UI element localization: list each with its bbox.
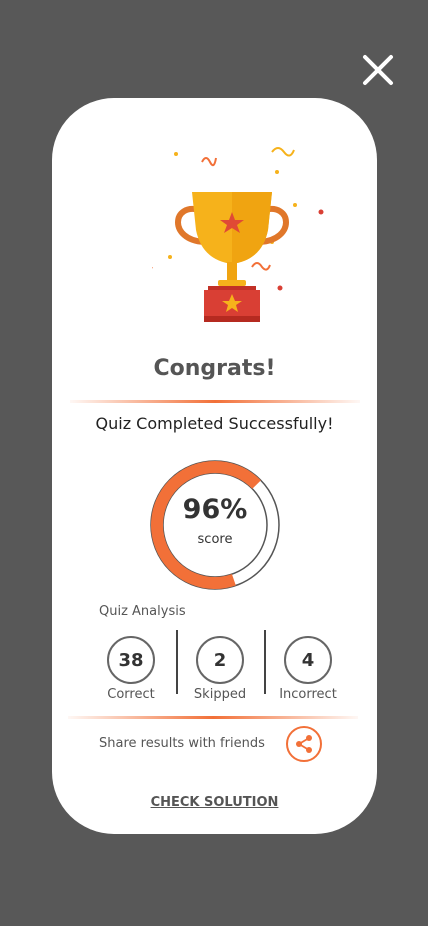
divider	[68, 716, 358, 719]
score-arc	[151, 461, 261, 589]
stat-incorrect: 4 Incorrect	[263, 636, 353, 702]
stat-correct-value: 38	[107, 636, 155, 684]
result-subtitle: Quiz Completed Successfully!	[95, 414, 334, 433]
quiz-analysis-heading: Quiz Analysis	[99, 604, 186, 619]
stat-incorrect-label: Incorrect	[279, 687, 337, 702]
score-percent: 96%	[182, 494, 248, 525]
divider	[70, 400, 360, 403]
share-icon	[296, 735, 312, 753]
score-label: score	[197, 532, 233, 547]
score-donut: 96% score	[140, 450, 290, 600]
stat-correct: 38 Correct	[86, 636, 176, 702]
check-solution-link[interactable]: CHECK SOLUTION	[52, 795, 377, 810]
stat-correct-label: Correct	[107, 687, 155, 702]
close-icon	[363, 55, 393, 85]
trophy-icon	[152, 147, 324, 322]
score-ring	[150, 460, 280, 590]
stat-skipped-label: Skipped	[193, 687, 247, 702]
result-card: Congrats! Quiz Completed Successfully! 9…	[52, 98, 377, 834]
congrats-title: Congrats!	[153, 356, 276, 381]
stat-incorrect-value: 4	[284, 636, 332, 684]
trophy-illustration	[152, 142, 382, 342]
share-label: Share results with friends	[99, 736, 265, 751]
stat-skipped: 2 Skipped	[175, 636, 265, 702]
stat-skipped-value: 2	[196, 636, 244, 684]
close-button[interactable]	[360, 52, 396, 88]
share-button[interactable]	[286, 726, 322, 762]
